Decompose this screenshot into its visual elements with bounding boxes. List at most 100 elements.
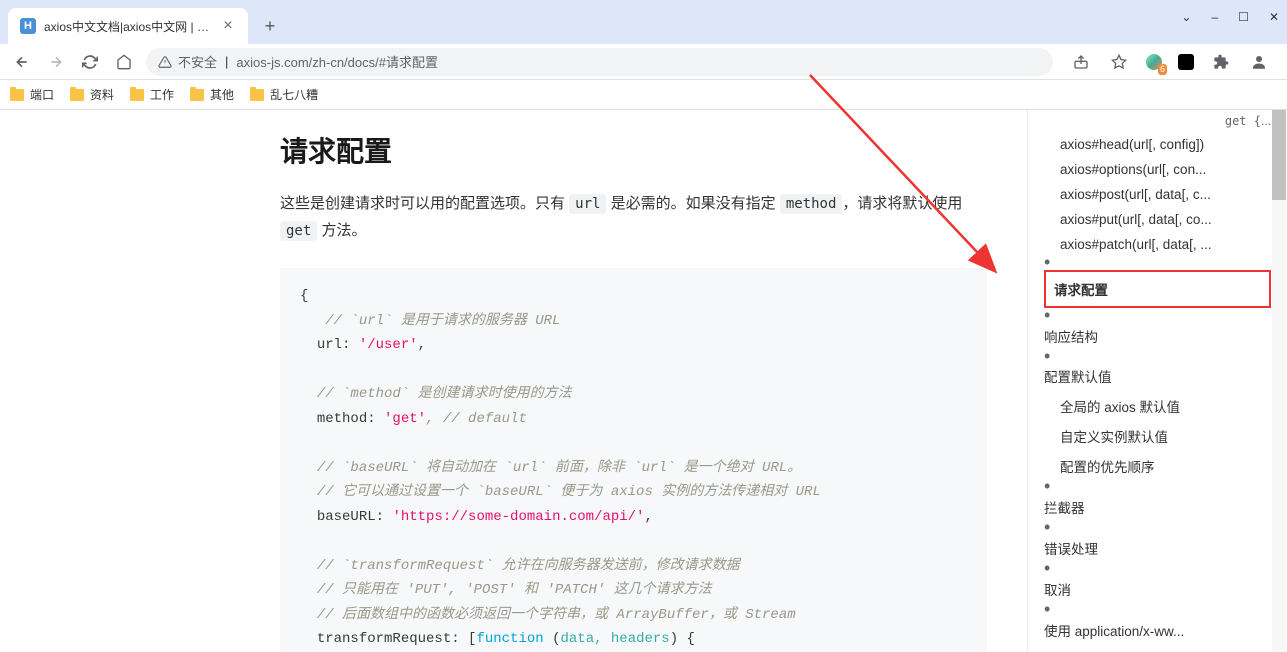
code-key: baseURL: (317, 509, 393, 525)
sidebar-item[interactable]: 全局的 axios 默认值 (1044, 391, 1271, 421)
code-punct: ) { (670, 631, 695, 647)
sidebar-item[interactable]: 拦截器 (1044, 492, 1271, 522)
desc-text: 这些是创建请求时可以用的配置选项。只有 (280, 195, 569, 212)
code-key: method: (317, 411, 384, 427)
sidebar-item[interactable]: 自定义实例默认值 (1044, 421, 1271, 451)
bookmark-item[interactable]: 端口 (10, 86, 54, 103)
sidebar-item[interactable]: axios#put(url[, data[, co... (1044, 207, 1271, 232)
bookmark-label: 工作 (150, 86, 174, 103)
code-comment: // 后面数组中的函数必须返回一个字符串，或 ArrayBuffer，或 Str… (317, 607, 796, 623)
tab-close-icon[interactable]: × (220, 18, 236, 34)
new-tab-button[interactable]: + (256, 12, 284, 40)
scrollbar-thumb[interactable] (1272, 110, 1286, 200)
sidebar-bullet: • (1044, 522, 1271, 533)
sidebar-ellipsis: get {... (1044, 110, 1271, 132)
share-icon[interactable] (1069, 50, 1093, 74)
bookmark-item[interactable]: 乱七八糟 (250, 86, 318, 103)
window-maximize-icon[interactable]: ☐ (1238, 10, 1249, 24)
vertical-scrollbar[interactable] (1272, 110, 1286, 652)
address-bar[interactable]: 不安全 | axios-js.com/zh-cn/docs/#请求配置 (146, 48, 1053, 76)
sidebar-item[interactable]: 配置默认值 (1044, 361, 1271, 391)
code-comment: // `url` 是用于请求的服务器 URL (325, 313, 560, 329)
code-block: { // `url` 是用于请求的服务器 URL url: '/user', /… (280, 268, 987, 652)
back-button[interactable] (10, 50, 34, 74)
desc-text: 方法。 (317, 222, 366, 239)
page-description: 这些是创建请求时可以用的配置选项。只有 url 是必需的。如果没有指定 meth… (280, 190, 987, 244)
sidebar-item[interactable]: axios#patch(url[, data[, ... (1044, 232, 1271, 257)
extension-icons: 6 (1063, 50, 1277, 74)
bookmark-item[interactable]: 资料 (70, 86, 114, 103)
browser-toolbar: 不安全 | axios-js.com/zh-cn/docs/#请求配置 6 (0, 44, 1287, 80)
desc-text: ，请求将默认使用 (842, 195, 962, 212)
code-inline: get (280, 221, 317, 241)
bookmark-item[interactable]: 工作 (130, 86, 174, 103)
code-param: data, headers (560, 631, 669, 647)
sidebar-item[interactable]: axios#post(url[, data[, c... (1044, 182, 1271, 207)
code-key: transformRequest: [ (317, 631, 477, 647)
profile-avatar-icon[interactable] (1247, 50, 1271, 74)
home-button[interactable] (112, 50, 136, 74)
right-sidebar: get {... axios#head(url[, config])axios#… (1027, 110, 1287, 652)
sidebar-item[interactable]: 响应结构 (1044, 321, 1271, 351)
bookmark-item[interactable]: 其他 (190, 86, 234, 103)
star-icon[interactable] (1107, 50, 1131, 74)
sidebar-item-active[interactable]: 请求配置 (1054, 274, 1261, 304)
window-close-icon[interactable]: ✕ (1269, 10, 1279, 24)
code-inline: method (780, 194, 843, 214)
url-text: axios-js.com/zh-cn/docs/#请求配置 (236, 52, 438, 71)
sidebar-bullet: • (1044, 481, 1271, 492)
tab-favicon: H (20, 18, 36, 34)
code-comment: // `baseURL` 将自动加在 `url` 前面，除非 `url` 是一个… (317, 460, 801, 476)
sidebar-bullet: • (1044, 563, 1271, 574)
code-string: '/user' (359, 337, 418, 353)
raindrop-badge: 6 (1158, 64, 1167, 75)
sidebar-item[interactable]: 错误处理 (1044, 533, 1271, 563)
reload-button[interactable] (78, 50, 102, 74)
window-chevron-icon[interactable]: ⌄ (1181, 10, 1191, 24)
address-separator: | (225, 54, 228, 69)
sidebar-bullet: • (1044, 310, 1271, 321)
sidebar-item[interactable]: 取消 (1044, 574, 1271, 604)
window-minimize-icon[interactable]: – (1211, 10, 1218, 24)
code-keyword: function (476, 631, 543, 647)
bookmarks-bar: 端口 资料 工作 其他 乱七八糟 (0, 80, 1287, 110)
sidebar-item[interactable]: axios#options(url[, con... (1044, 157, 1271, 182)
raindrop-extension-icon[interactable]: 6 (1145, 53, 1163, 71)
page-heading: 请求配置 (280, 130, 987, 170)
tab-title: axios中文文档|axios中文网 | axi (44, 18, 212, 35)
bookmark-label: 资料 (90, 86, 114, 103)
code-key: url: (317, 337, 359, 353)
code-brace: { (300, 288, 308, 304)
folder-icon (10, 89, 24, 101)
extensions-puzzle-icon[interactable] (1209, 50, 1233, 74)
insecure-label: 不安全 (178, 52, 217, 71)
main-content: 请求配置 这些是创建请求时可以用的配置选项。只有 url 是必需的。如果没有指定… (0, 110, 1027, 652)
code-punct: , (418, 337, 426, 353)
code-comment: // `method` 是创建请求时使用的方法 (317, 386, 572, 402)
code-comment: // `transformRequest` 允许在向服务器发送前，修改请求数据 (317, 558, 740, 574)
folder-icon (130, 89, 144, 101)
sidebar-item[interactable]: 配置的优先顺序 (1044, 451, 1271, 481)
bookmark-label: 其他 (210, 86, 234, 103)
window-controls: ⌄ – ☐ ✕ (1181, 10, 1279, 24)
insecure-indicator: 不安全 (158, 52, 217, 71)
folder-icon (190, 89, 204, 101)
code-punct: ( (544, 631, 561, 647)
code-inline: url (569, 194, 606, 214)
code-string: 'https://some-domain.com/api/' (392, 509, 644, 525)
sidebar-bullet: • (1044, 257, 1271, 268)
sidebar-item[interactable]: axios#head(url[, config]) (1044, 132, 1271, 157)
forward-button[interactable] (44, 50, 68, 74)
browser-tab[interactable]: H axios中文文档|axios中文网 | axi × (8, 8, 248, 44)
sidebar-active-highlight: 请求配置 (1044, 270, 1271, 308)
extension-icon-2[interactable] (1177, 53, 1195, 71)
code-string: 'get' (384, 411, 426, 427)
folder-icon (70, 89, 84, 101)
code-comment: , // default (426, 411, 527, 427)
sidebar-bullet: • (1044, 604, 1271, 615)
sidebar-item[interactable]: 使用 application/x-ww... (1044, 615, 1271, 645)
folder-icon (250, 89, 264, 101)
code-comment: // 它可以通过设置一个 `baseURL` 便于为 axios 实例的方法传递… (317, 484, 821, 500)
page-body: 请求配置 这些是创建请求时可以用的配置选项。只有 url 是必需的。如果没有指定… (0, 110, 1287, 652)
code-punct: , (644, 509, 652, 525)
